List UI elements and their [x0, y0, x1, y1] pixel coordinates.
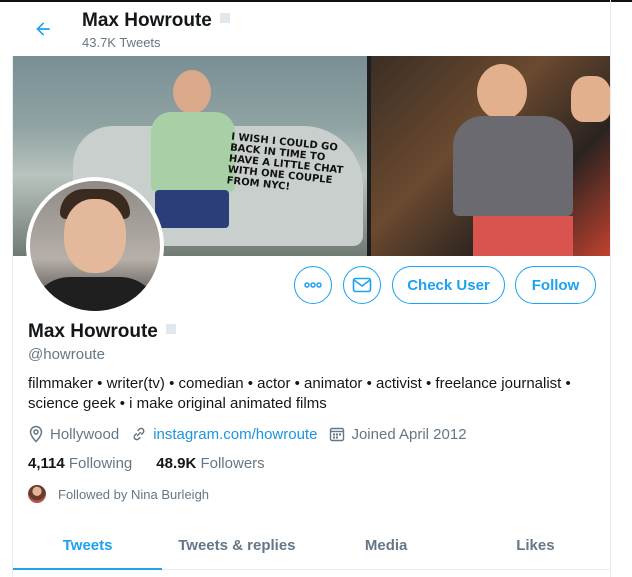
sign-text: I WISH I COULD GO BACK IN TIME TO HAVE A…	[226, 131, 344, 193]
following-count: 4,114	[28, 455, 65, 472]
location-text: Hollywood	[50, 425, 120, 443]
calendar-icon	[330, 427, 345, 442]
profile-tabs: Tweets Tweets & replies Media Likes	[13, 522, 610, 570]
location-item: Hollywood	[28, 425, 119, 443]
joined-item: Joined April 2012	[329, 425, 467, 443]
profile-header: Max Howroute 43.7K Tweets	[0, 2, 610, 56]
more-button[interactable]	[294, 266, 332, 304]
followers-count: 48.9K	[156, 455, 197, 472]
followers-label: Followers	[200, 455, 265, 472]
arrow-left-icon	[36, 22, 50, 36]
website-item[interactable]: instagram.com/howroute	[131, 426, 317, 443]
follow-button[interactable]: Follow	[515, 266, 596, 304]
more-horizontal-icon	[304, 282, 322, 288]
tab-likes[interactable]: Likes	[461, 522, 610, 569]
followed-by[interactable]: Followed by Nina Burleigh	[28, 484, 209, 504]
column-border-right	[610, 0, 611, 577]
back-button[interactable]	[28, 14, 58, 44]
header-title: Max Howroute	[82, 10, 230, 32]
tweet-count: 43.7K Tweets	[82, 35, 161, 50]
following-label: Following	[68, 455, 133, 472]
profile-bio: filmmaker • writer(tv) • comedian • acto…	[28, 375, 571, 412]
following-link[interactable]: 4,114 Following	[28, 455, 132, 472]
verified-placeholder	[219, 13, 230, 23]
tab-tweets-replies[interactable]: Tweets & replies	[162, 522, 311, 569]
location-pin-icon	[29, 425, 43, 443]
verified-placeholder	[165, 324, 176, 334]
tab-media[interactable]: Media	[312, 522, 461, 569]
person-figure-right	[453, 56, 610, 256]
check-user-button[interactable]: Check User	[392, 266, 505, 304]
link-icon	[133, 427, 145, 441]
profile-avatar[interactable]	[26, 177, 164, 315]
profile-meta: Hollywood instagram.com/howroute Joined …	[28, 424, 479, 444]
website-link[interactable]: instagram.com/howroute	[153, 426, 317, 443]
followers-link[interactable]: 48.9K Followers	[156, 455, 264, 472]
profile-handle: @howroute	[28, 346, 105, 363]
joined-text: Joined April 2012	[351, 425, 467, 443]
profile-stats: 4,114 Following 48.9K Followers	[28, 455, 289, 472]
follower-avatar	[28, 485, 46, 503]
followed-by-text: Followed by Nina Burleigh	[58, 486, 210, 502]
envelope-icon	[352, 277, 372, 293]
tab-tweets[interactable]: Tweets	[13, 522, 163, 570]
message-button[interactable]	[343, 266, 381, 304]
profile-name: Max Howroute	[28, 321, 176, 343]
